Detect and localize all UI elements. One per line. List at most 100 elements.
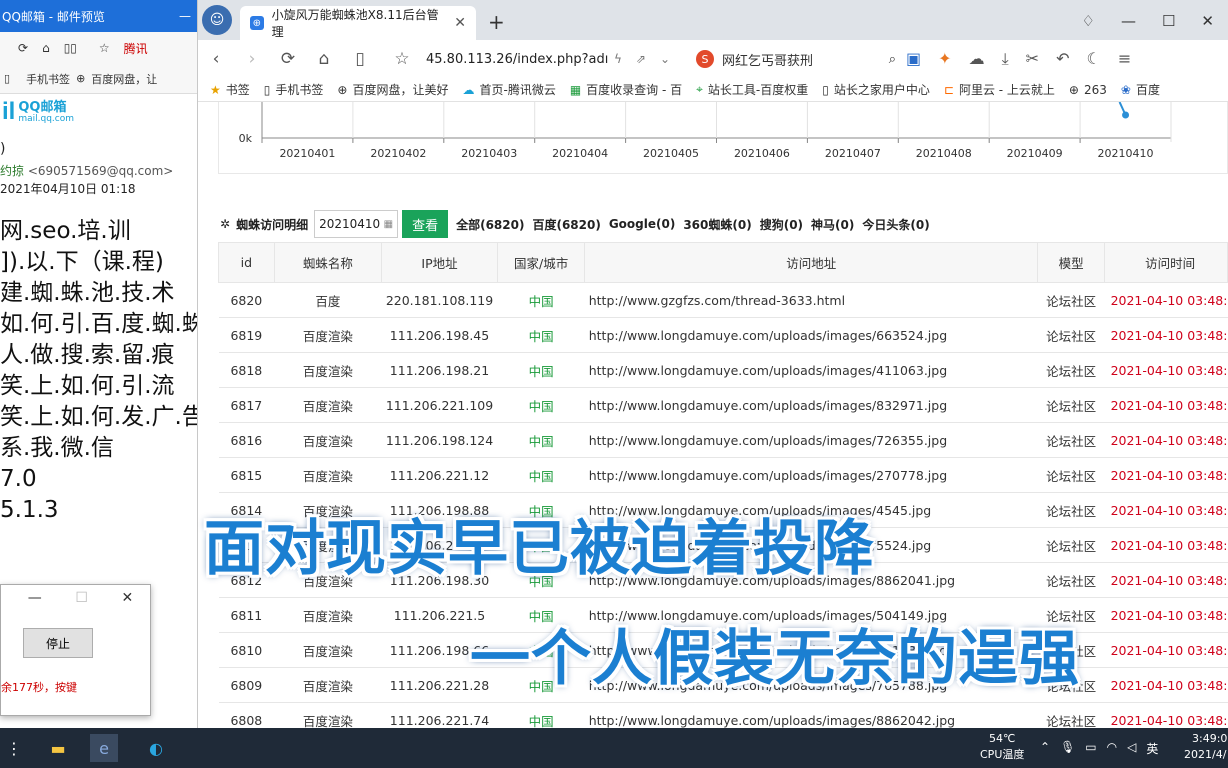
- shirt-icon[interactable]: ♢: [1082, 12, 1095, 30]
- forward-icon[interactable]: ›: [234, 49, 270, 69]
- bookmark-item[interactable]: 手机书签: [26, 71, 70, 87]
- table-row[interactable]: 6815 百度渲染 111.206.221.12 中国 http://www.longd…: [218, 457, 1228, 493]
- undo-icon[interactable]: ↶: [1056, 49, 1069, 69]
- scissors-icon[interactable]: ✂: [1026, 49, 1039, 69]
- bookmark-item[interactable]: ★ 书签: [210, 81, 250, 98]
- bookmark-item[interactable]: 百度网盘，让: [91, 71, 157, 87]
- bookmark-item[interactable]: ⊕ 百度网盘，让美好: [337, 81, 448, 98]
- star-icon[interactable]: ☆: [384, 49, 420, 69]
- close-icon[interactable]: ✕: [1201, 12, 1214, 30]
- search-box[interactable]: S 网红乞丐哥获刑 ⌕: [696, 50, 896, 69]
- nav-link[interactable]: 腾讯: [124, 40, 148, 57]
- bookmark-item[interactable]: ▦ 百度收录查询 - 百: [570, 81, 682, 98]
- bookmark-item[interactable]: ▯ 站长之家用户中心: [822, 81, 930, 98]
- ie-browser-icon[interactable]: e: [90, 734, 118, 762]
- column-header[interactable]: id: [218, 242, 275, 283]
- refresh-icon[interactable]: ⟳: [270, 49, 306, 69]
- bookmark-item[interactable]: ❀ 百度: [1121, 81, 1160, 98]
- minimize-icon[interactable]: —: [1121, 12, 1136, 30]
- microphone-icon[interactable]: 🎙︎: [1060, 740, 1075, 757]
- lightning-icon[interactable]: ϟ: [614, 52, 622, 66]
- column-header[interactable]: 蜘蛛名称: [273, 242, 383, 283]
- bookmark-item[interactable]: ⌖ 站长工具-百度权重: [696, 81, 808, 98]
- back-icon[interactable]: ‹: [198, 49, 234, 69]
- download-icon[interactable]: ⤓: [1002, 49, 1009, 69]
- extension-icon[interactable]: ▣: [906, 49, 921, 69]
- weather-icon[interactable]: ☁: [969, 49, 985, 69]
- stat-baidu[interactable]: 百度(6820): [532, 216, 600, 233]
- stop-button[interactable]: 停止: [23, 628, 93, 658]
- search-input[interactable]: 网红乞丐哥获刑: [722, 50, 813, 69]
- stat-all[interactable]: 全部(6820): [456, 216, 524, 233]
- stat-google[interactable]: Google(0): [609, 217, 676, 231]
- chevron-up-icon[interactable]: ⌃: [1040, 740, 1050, 757]
- cell-url[interactable]: http://www.longdamuye.com/uploads/images…: [584, 422, 1038, 458]
- stat-sogou[interactable]: 搜狗(0): [760, 216, 803, 233]
- column-header[interactable]: 访问地址: [584, 242, 1039, 283]
- bookmark-item[interactable]: ⊏ 阿里云 - 上云就上: [944, 81, 1055, 98]
- close-icon[interactable]: ✕: [121, 590, 133, 606]
- night-mode-icon[interactable]: ☾: [1086, 49, 1100, 69]
- game-icon[interactable]: ✦: [938, 49, 951, 69]
- bookmark-item[interactable]: ☁ 首页-腾讯微云: [462, 81, 555, 98]
- new-tab-icon[interactable]: +: [488, 10, 505, 34]
- date-input[interactable]: 20210410 ▦: [314, 210, 399, 238]
- chevron-down-icon[interactable]: ⌄: [660, 52, 670, 66]
- battery-icon[interactable]: ▭: [1085, 740, 1096, 757]
- home-icon[interactable]: ⌂: [306, 49, 342, 69]
- url-input[interactable]: 45.80.113.26/index.php?adı: [426, 52, 608, 67]
- cell-url[interactable]: http://www.longdamuye.com/uploads/images…: [584, 457, 1038, 493]
- volume-icon[interactable]: ◁: [1127, 740, 1136, 757]
- stat-360[interactable]: 360蜘蛛(0): [683, 216, 751, 233]
- bookmark-item[interactable]: ⊕ 263: [1069, 83, 1107, 97]
- stat-toutiao[interactable]: 今日头条(0): [862, 216, 929, 233]
- task-view-icon[interactable]: ⋮: [0, 734, 28, 762]
- system-clock[interactable]: 3:49:0 2021/4/: [1184, 731, 1227, 763]
- cell-url[interactable]: http://www.longdamuye.com/uploads/images…: [584, 317, 1038, 353]
- active-tab[interactable]: ⊕ 小旋风万能蜘蛛池X8.11后台管理 ✕: [240, 6, 476, 40]
- cpu-temp-widget[interactable]: 54℃ CPU温度: [980, 731, 1024, 763]
- tab-close-icon[interactable]: ✕: [454, 15, 466, 31]
- bookmark-item[interactable]: ▯ 手机书签: [264, 81, 324, 98]
- column-header[interactable]: 访问时间: [1104, 242, 1228, 283]
- refresh-icon[interactable]: ⟳: [18, 41, 28, 55]
- calendar-icon[interactable]: ▦: [384, 219, 393, 230]
- share-icon[interactable]: ⇗: [636, 52, 646, 66]
- reader-icon[interactable]: ▯▯: [64, 41, 77, 55]
- cell-url[interactable]: http://www.longdamuye.com/uploads/images…: [584, 702, 1038, 728]
- cell-url[interactable]: http://www.longdamuye.com/uploads/images…: [584, 387, 1038, 423]
- edge-browser-icon[interactable]: ◐: [142, 734, 170, 762]
- column-header[interactable]: 模型: [1037, 242, 1106, 283]
- column-header[interactable]: 国家/城市: [496, 242, 586, 283]
- cell-url[interactable]: http://www.longdamuye.com/uploads/images…: [584, 352, 1038, 388]
- reader-icon[interactable]: ▯: [342, 49, 378, 69]
- view-button[interactable]: 查看: [402, 210, 449, 238]
- menu-icon[interactable]: ≡: [1118, 49, 1131, 69]
- cell-model: 论坛社区: [1037, 702, 1105, 728]
- table-row[interactable]: 6819 百度渲染 111.206.198.45 中国 http://www.longd…: [218, 317, 1228, 353]
- globe-icon: ⊕: [337, 82, 348, 97]
- minimize-icon[interactable]: —: [28, 590, 42, 606]
- stat-shenma[interactable]: 神马(0): [811, 216, 854, 233]
- input-method-indicator[interactable]: 英: [1146, 740, 1158, 757]
- table-row[interactable]: 6818 百度渲染 111.206.198.21 中国 http://www.longd…: [218, 352, 1228, 388]
- maximize-icon[interactable]: ☐: [1162, 12, 1175, 30]
- maximize-icon[interactable]: ☐: [75, 590, 88, 606]
- email-window-titlebar[interactable]: QQ邮箱 - 邮件预览 —: [0, 0, 197, 32]
- table-row[interactable]: 6808 百度渲染 111.206.221.74 中国 http://www.longd…: [218, 702, 1228, 728]
- cell-id: 6818: [218, 352, 275, 388]
- file-explorer-icon[interactable]: ▬: [44, 734, 72, 762]
- wifi-icon[interactable]: ◠: [1107, 740, 1117, 757]
- bookmark-label: 百度收录查询 - 百: [586, 83, 683, 97]
- table-row[interactable]: 6820 百度 220.181.108.119 中国 http://www.gzgfzs…: [218, 282, 1228, 318]
- column-header[interactable]: IP地址: [381, 242, 498, 283]
- minimize-icon[interactable]: —: [179, 9, 191, 23]
- table-row[interactable]: 6817 百度渲染 111.206.221.109 中国 http://www.long…: [218, 387, 1228, 423]
- table-row[interactable]: 6816 百度渲染 111.206.198.124 中国 http://www.long…: [218, 422, 1228, 458]
- star-icon[interactable]: ☆: [99, 41, 110, 55]
- cell-url[interactable]: http://www.gzgfzs.com/thread-3633.html: [584, 282, 1038, 318]
- profile-avatar[interactable]: ☺: [202, 5, 232, 35]
- cell-id: 6819: [218, 317, 275, 353]
- search-icon[interactable]: ⌕: [889, 52, 896, 67]
- home-icon[interactable]: ⌂: [42, 41, 50, 55]
